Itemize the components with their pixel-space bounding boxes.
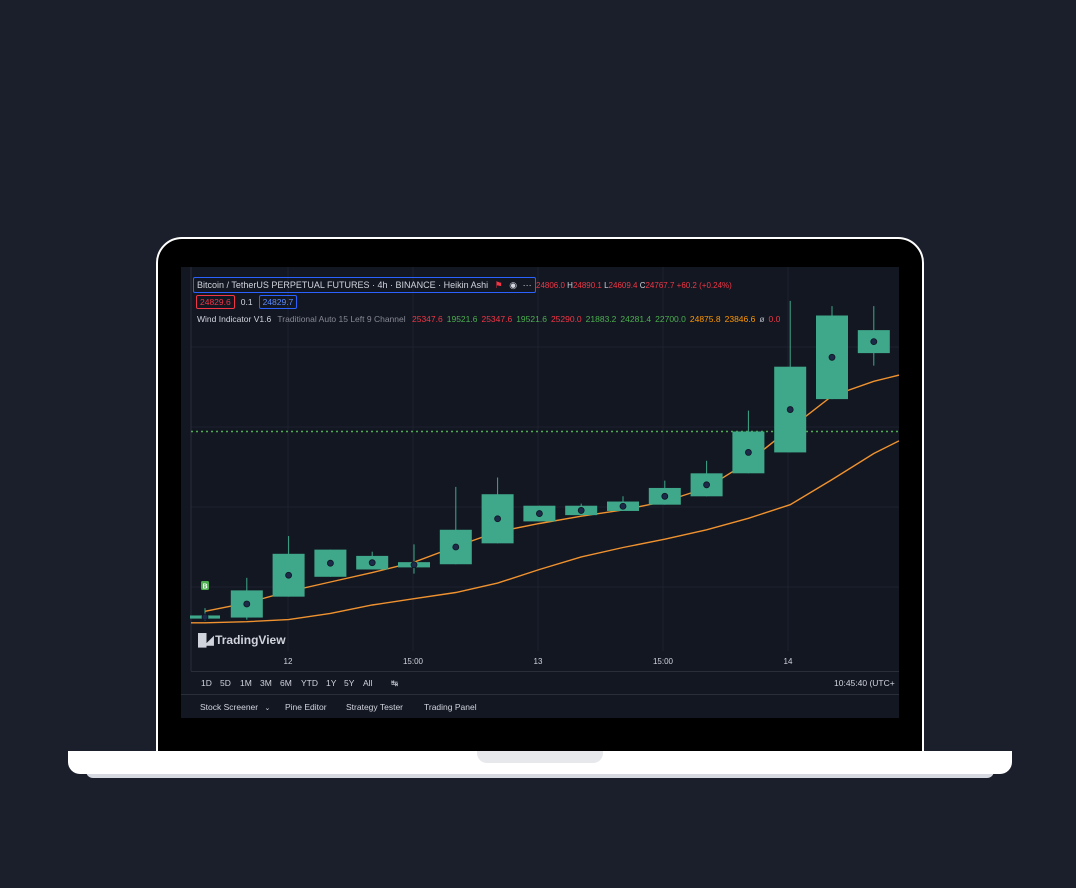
- candle-center-dot: [577, 507, 585, 514]
- tab-strategy-tester[interactable]: Strategy Tester: [346, 702, 403, 712]
- candle-center-dot: [285, 571, 292, 579]
- tab-trading-panel[interactable]: Trading Panel: [424, 702, 477, 712]
- tab-stock-screener[interactable]: Stock Screener ⌄: [200, 702, 270, 712]
- timeframe-5d-button[interactable]: 5D: [220, 678, 231, 688]
- eye-icon[interactable]: ◉: [509, 280, 517, 290]
- candle-center-dot: [619, 502, 627, 510]
- flag-icon[interactable]: ⚑: [495, 280, 503, 290]
- candle-center-dot: [786, 406, 794, 413]
- candle-center-dot: [368, 559, 376, 567]
- indicator-value: 25347.6: [481, 314, 513, 324]
- candle-center-dot: [703, 481, 710, 489]
- timeframe-3m-button[interactable]: 3M: [260, 678, 272, 688]
- candle-center-dot: [410, 561, 418, 569]
- ohlc-readout: 24806.0 H24890.1 L24609.4 C24767.7 +60.2…: [536, 281, 732, 290]
- chevron-down-icon[interactable]: ⌄: [265, 705, 271, 712]
- indicator-params: Traditional Auto 15 Left 9 Channel: [277, 314, 406, 324]
- x-axis-label: 15:00: [653, 657, 674, 666]
- open-value: 24806.0: [536, 281, 565, 290]
- indicator-value: 25290.0: [550, 314, 582, 324]
- x-axis-label: 14: [784, 657, 793, 666]
- indicator-value: 25347.6: [412, 314, 443, 324]
- timeframe-toolbar: 1D 5D 1M 3M 6M YTD 1Y 5Y All ↹ 10:45:40 …: [191, 671, 899, 692]
- indicator-value: 0.0: [768, 314, 781, 324]
- symbol-header[interactable]: Bitcoin / TetherUS PERPETUAL FUTURES · 4…: [193, 277, 536, 293]
- candle-center-dot: [201, 613, 209, 621]
- symbol-title[interactable]: Bitcoin / TetherUS PERPETUAL FUTURES · 4…: [197, 280, 488, 290]
- candle-center-dot: [745, 449, 752, 456]
- chart-area[interactable]: B 12 15:00 13 15:00 14 Bitcoin / TetherUS PER…: [181, 267, 899, 693]
- candle-center-dot: [326, 559, 334, 567]
- candle-center-dot: [494, 515, 502, 523]
- indicator-value: ø: [759, 314, 765, 324]
- high-value: 24890.1: [572, 281, 602, 290]
- watermark-text: TradingView: [215, 633, 286, 647]
- indicator-value: 22700.0: [655, 314, 686, 324]
- tradingview-screen: B 12 15:00 13 15:00 14 Bitcoin / TetherUS PER…: [181, 267, 899, 718]
- low-value: 24609.4: [608, 281, 638, 290]
- timeframe-1m-button[interactable]: 1M: [240, 678, 252, 688]
- tab-stock-screener-label: Stock Screener: [200, 702, 259, 712]
- timeframe-1d-button[interactable]: 1D: [201, 678, 212, 688]
- tradingview-logo-icon: █◢: [198, 633, 214, 647]
- indicator-value: 21883.2: [585, 314, 617, 324]
- candle-center-dot: [243, 600, 251, 608]
- candle-center-dot: [661, 492, 669, 500]
- price-tags: 24829.6 0.1 24829.7: [196, 295, 300, 309]
- timeframe-ytd-button[interactable]: YTD: [301, 678, 318, 688]
- candle-center-dot: [828, 353, 836, 361]
- spread-value: 0.1: [240, 297, 253, 307]
- timeframe-6m-button[interactable]: 6M: [280, 678, 292, 688]
- sell-price-button[interactable]: 24829.6: [196, 295, 235, 309]
- close-value: 24767.7: [645, 281, 675, 290]
- indicator-value: 19521.6: [446, 314, 478, 324]
- indicator-value: 23846.6: [724, 314, 756, 324]
- buy-signal-label: B: [202, 584, 207, 591]
- bottom-panel-tabs: Stock Screener ⌄ Pine Editor Strategy Te…: [181, 694, 899, 718]
- buy-price-button[interactable]: 24829.7: [258, 295, 298, 309]
- indicator-value: 24875.8: [689, 314, 721, 324]
- timeframe-all-button[interactable]: All: [363, 678, 372, 688]
- x-axis-label: 13: [534, 657, 543, 666]
- tab-pine-editor[interactable]: Pine Editor: [285, 702, 327, 712]
- date-range-icon[interactable]: ↹: [391, 678, 398, 689]
- more-icon[interactable]: ···: [523, 280, 532, 290]
- candle-center-dot: [452, 543, 460, 551]
- laptop-notch: [477, 751, 603, 763]
- timeframe-1y-button[interactable]: 1Y: [326, 678, 336, 688]
- candle-center-dot: [535, 510, 543, 517]
- candle-center-dot: [870, 338, 878, 346]
- indicator-value: 19521.6: [516, 314, 547, 324]
- price-chart[interactable]: B 12 15:00 13 15:00 14: [181, 267, 899, 693]
- x-axis-label: 12: [284, 657, 293, 666]
- indicator-value: 24281.4: [620, 314, 652, 324]
- clock[interactable]: 10:45:40 (UTC+: [834, 678, 895, 688]
- indicator-values: 25347.6 19521.6 25347.6 19521.6 25290.0 21883…: [412, 314, 784, 324]
- x-axis-label: 15:00: [403, 657, 424, 666]
- change-value: +60.2 (+0.24%): [676, 281, 732, 290]
- tradingview-watermark: █◢ TradingView: [198, 633, 286, 647]
- timeframe-5y-button[interactable]: 5Y: [344, 678, 354, 688]
- indicator-legend[interactable]: Wind Indicator V1.6 Traditional Auto 15 …: [197, 314, 788, 324]
- indicator-name[interactable]: Wind Indicator V1.6: [197, 314, 271, 324]
